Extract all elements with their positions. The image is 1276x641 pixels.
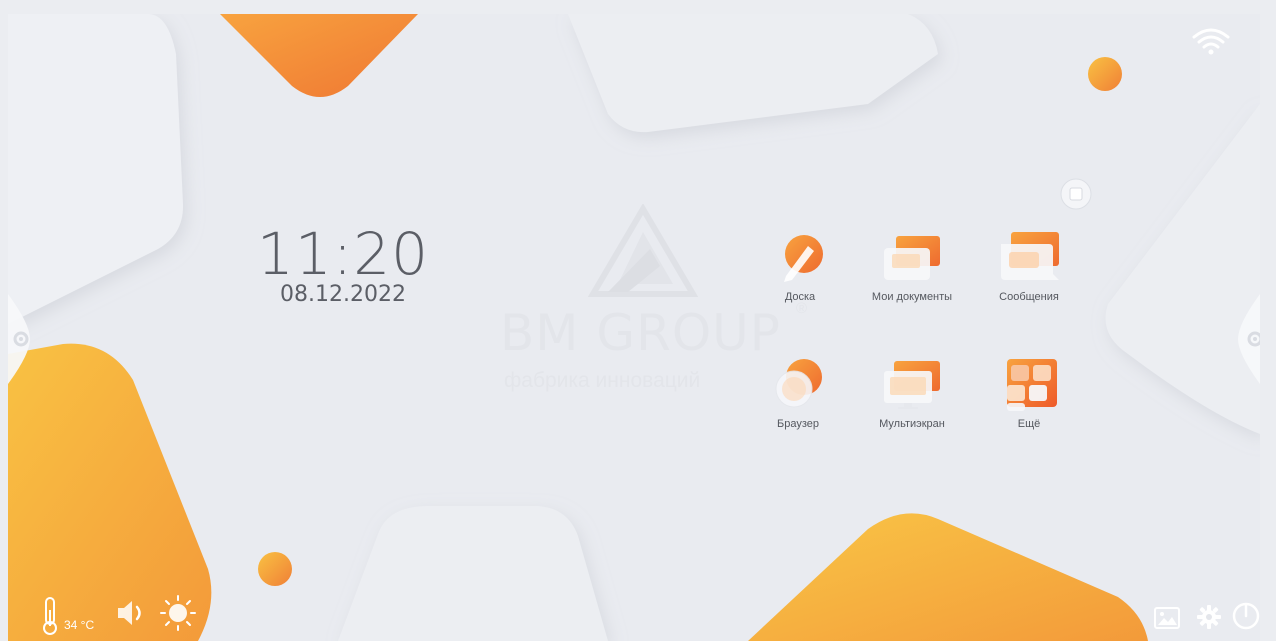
brightness-button[interactable] — [158, 594, 198, 632]
app-browser[interactable]: Браузер — [743, 359, 853, 430]
wallpaper-button[interactable] — [1154, 606, 1180, 630]
message-icon — [999, 232, 1059, 288]
image-icon — [1154, 607, 1180, 629]
watermark-subtitle: фабрика инноваций — [504, 369, 701, 392]
watermark-title: BM GROUP — [500, 304, 781, 362]
wifi-icon — [1192, 28, 1230, 55]
apps-grid-icon — [999, 359, 1059, 415]
left-side-panel-handle[interactable] — [8, 294, 30, 384]
app-label-messages: Сообщения — [999, 291, 1059, 303]
app-multiscreen[interactable]: Мультиэкран — [857, 359, 967, 430]
temperature-value: 34 °C — [64, 618, 95, 632]
square-icon — [1060, 178, 1092, 210]
recent-apps-button[interactable] — [1060, 178, 1092, 210]
wifi-status[interactable] — [1191, 26, 1231, 58]
gear-icon — [1197, 605, 1221, 629]
settings-button[interactable] — [1196, 604, 1222, 630]
speaker-icon — [118, 601, 141, 625]
app-more[interactable]: Ещё — [974, 359, 1084, 430]
app-label-browser: Браузер — [777, 418, 819, 430]
app-documents[interactable]: Мои документы — [857, 232, 967, 303]
pen-icon — [770, 232, 830, 288]
clock-time: 11:20 — [256, 220, 430, 288]
home-screen: BM GROUP ® фабрика инноваций 11:20 08.12… — [8, 14, 1260, 641]
volume-button[interactable] — [114, 596, 148, 630]
sun-icon — [160, 595, 196, 631]
monitor-icon — [882, 359, 942, 415]
app-label-documents: Мои документы — [871, 291, 953, 303]
power-button[interactable] — [1232, 602, 1260, 630]
thermometer-icon — [38, 596, 62, 636]
browser-icon — [768, 359, 828, 415]
app-label-more: Ещё — [1017, 418, 1041, 430]
app-doska[interactable]: Доска — [745, 232, 855, 303]
power-icon — [1232, 602, 1260, 630]
bm-group-logo-icon — [588, 204, 698, 297]
app-label-multiscreen: Мультиэкран — [879, 418, 945, 430]
folder-icon — [882, 232, 942, 288]
app-messages[interactable]: Сообщения — [974, 232, 1084, 303]
app-label-doska: Доска — [784, 291, 816, 303]
right-side-panel-handle[interactable] — [1238, 294, 1260, 384]
clock-widget: 11:20 08.12.2022 — [238, 220, 448, 307]
